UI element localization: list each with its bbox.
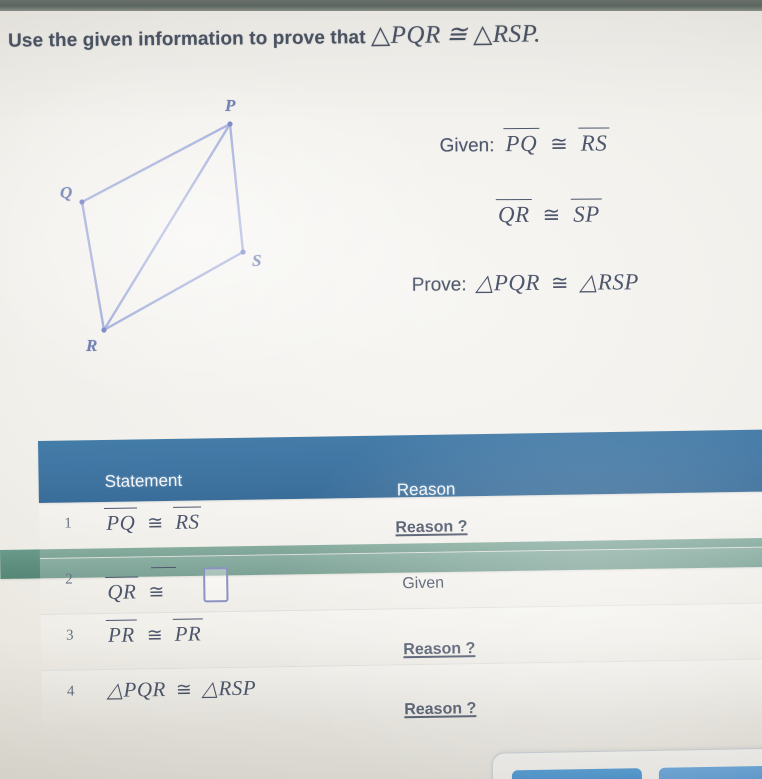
statement-left-segment: PQ xyxy=(104,507,138,535)
vertex-label-P: P xyxy=(225,96,236,115)
edge-SR xyxy=(102,250,245,332)
reason-link[interactable]: Reason ? xyxy=(403,640,475,659)
edge-RQ xyxy=(80,200,106,332)
given-line-1: Given: PQ ≅ RS xyxy=(309,127,739,159)
reason-text: Given xyxy=(402,574,445,593)
prompt-triangle-1: △PQR xyxy=(370,21,441,50)
row-number: 2 xyxy=(65,571,73,588)
prove-label: Prove: xyxy=(411,274,467,296)
edge-PS xyxy=(228,122,245,254)
given-line-2: QR ≅ SP xyxy=(310,198,740,230)
given-2-congruence-symbol: ≅ xyxy=(542,202,561,227)
statement-left-segment: QR xyxy=(105,576,139,604)
given-1-left-segment: PQ xyxy=(503,127,540,157)
edge-QP xyxy=(80,122,232,204)
prompt-lead-text: Use the given information to prove that xyxy=(7,27,366,52)
page-title: Use the given information to prove that … xyxy=(8,16,756,53)
prove-congruence-symbol: ≅ xyxy=(550,270,569,295)
panel-primary-button[interactable] xyxy=(511,768,643,779)
statement-congruence-symbol: ≅ xyxy=(147,513,164,535)
bottom-action-panel xyxy=(491,747,762,779)
column-header-statement: Statement xyxy=(104,470,183,491)
two-column-proof-table: Statement Reason 1 PQ ≅ RS Reason ? 2 QR… xyxy=(38,429,762,726)
given-label: Given: xyxy=(439,135,495,157)
statement-cell: QR ≅ xyxy=(105,562,229,605)
statement-right-segment: PR xyxy=(172,618,204,646)
top-bezel-strip xyxy=(0,0,762,11)
row-number: 4 xyxy=(66,683,75,700)
blank-answer-input[interactable] xyxy=(203,567,229,603)
prove-line: Prove: △PQR ≅ △RSP xyxy=(310,269,740,298)
given-2-left-segment: QR xyxy=(495,198,532,228)
statement-left-segment: PR xyxy=(105,619,137,647)
statement-blank-answer-wrapper xyxy=(150,562,229,603)
given-1-right-segment: RS xyxy=(578,127,610,156)
prompt-congruence-symbol: ≅ xyxy=(446,21,468,49)
vertex-label-R: R xyxy=(86,336,98,355)
given-2-right-segment: SP xyxy=(571,198,602,227)
statement-right-triangle: △RSP xyxy=(201,675,257,701)
reason-link[interactable]: Reason ? xyxy=(395,518,467,537)
statement-left-triangle: △PQR xyxy=(106,677,167,702)
blank-overline xyxy=(150,566,176,569)
panel-secondary-button[interactable] xyxy=(658,765,762,779)
statement-cell: △PQR ≅ △RSP xyxy=(107,676,257,703)
statement-right-segment: RS xyxy=(172,506,202,534)
table-row: 4 △PQR ≅ △RSP Reason ? xyxy=(41,659,762,726)
edge-PR-diagonal xyxy=(102,122,232,332)
vertex-label-S: S xyxy=(252,251,262,270)
geometry-figure: P Q R S xyxy=(24,78,324,378)
statement-cell: PR ≅ PR xyxy=(105,618,204,648)
statement-congruence-symbol: ≅ xyxy=(148,582,165,604)
reason-link[interactable]: Reason ? xyxy=(404,700,476,719)
figure-vertex-dots xyxy=(79,121,246,333)
table-header-row: Statement Reason xyxy=(38,429,762,503)
given-1-congruence-symbol: ≅ xyxy=(550,131,568,156)
screenshot-root: Use the given information to prove that … xyxy=(0,0,762,779)
statement-congruence-symbol: ≅ xyxy=(175,679,193,701)
row-number: 1 xyxy=(64,515,72,532)
statement-congruence-symbol: ≅ xyxy=(146,625,163,647)
row-number: 3 xyxy=(65,627,74,644)
figure-svg xyxy=(79,121,246,333)
prove-left-triangle: △PQR xyxy=(475,269,541,296)
vertex-label-Q: Q xyxy=(60,183,73,202)
prove-right-triangle: △RSP xyxy=(579,269,639,295)
statement-cell: PQ ≅ RS xyxy=(104,506,202,536)
given-prove-block: Given: PQ ≅ RS QR ≅ SP Prove: △PQR ≅ △RS… xyxy=(309,127,740,340)
prompt-triangle-2: △RSP. xyxy=(472,20,541,49)
